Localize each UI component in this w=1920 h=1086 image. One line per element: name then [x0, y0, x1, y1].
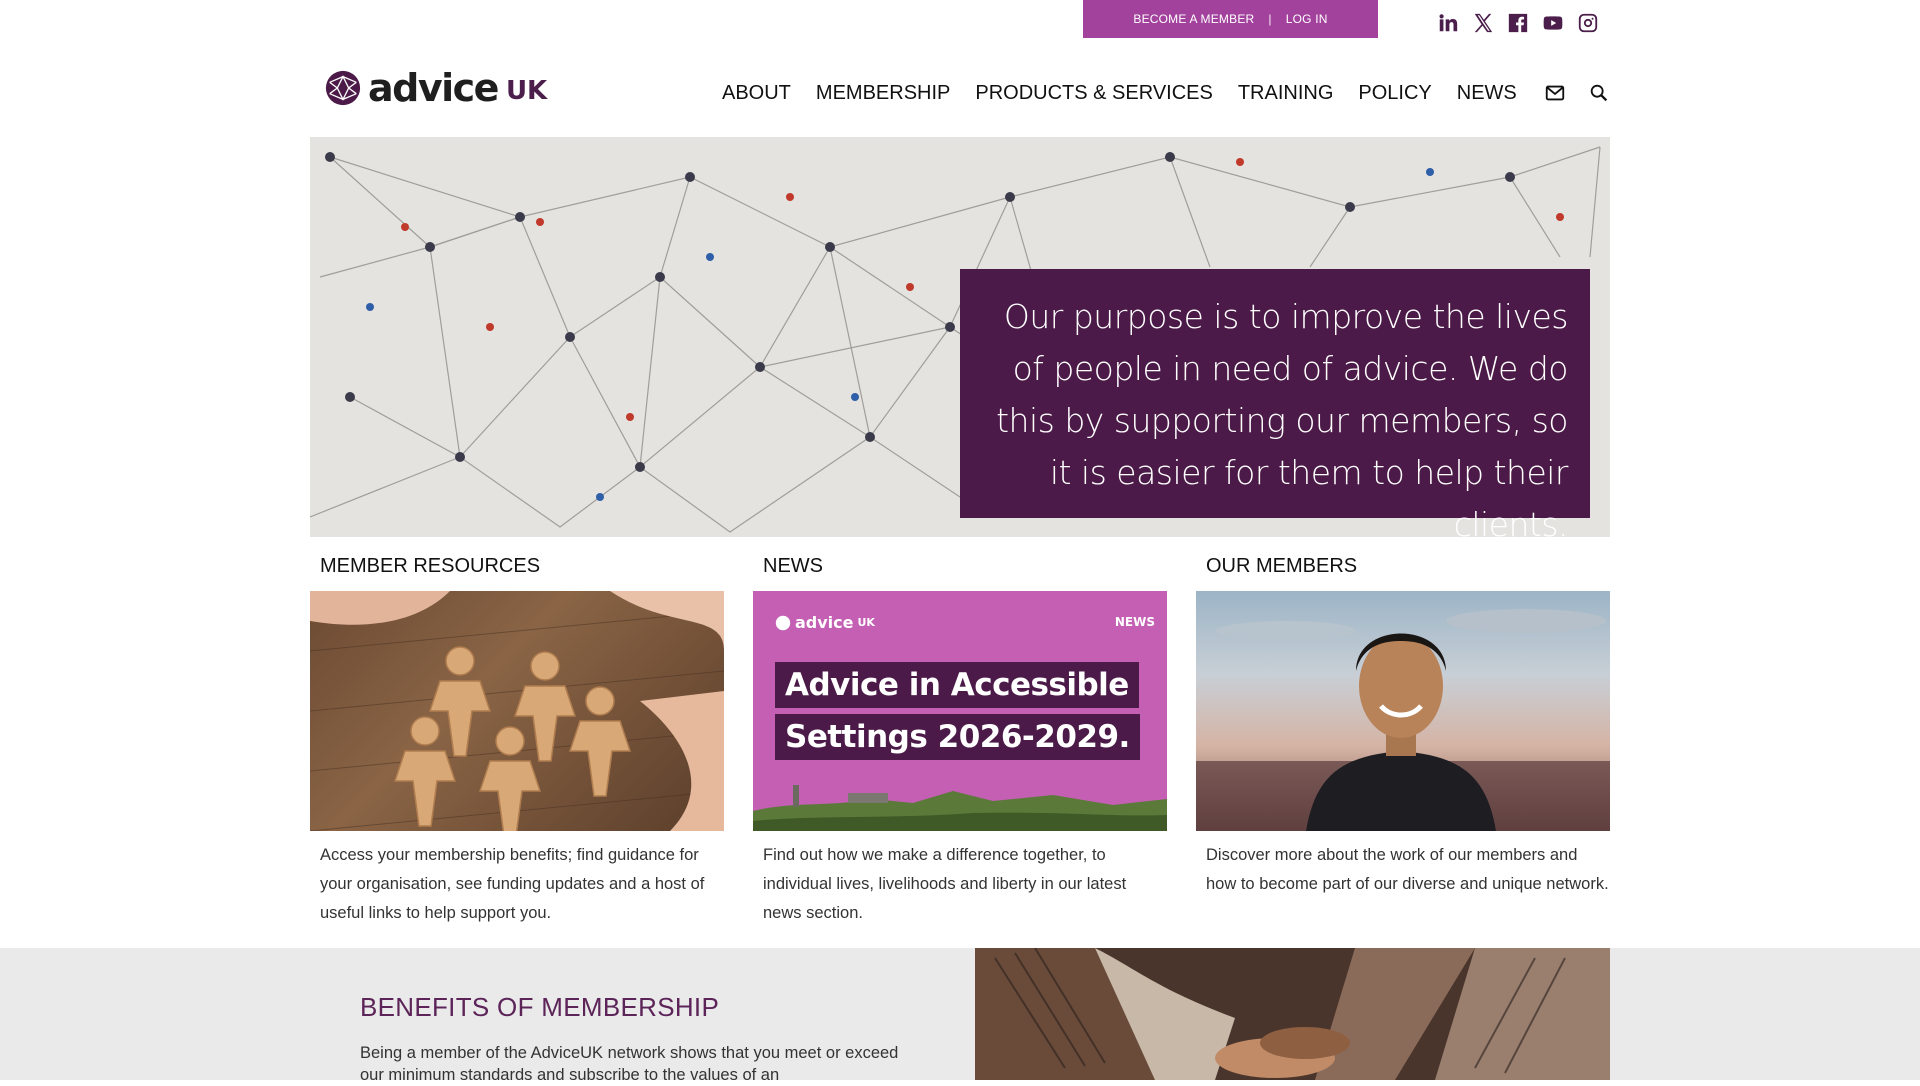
- facebook-icon[interactable]: [1506, 11, 1529, 34]
- news-image-brand: advice UK: [775, 613, 875, 632]
- card-news: NEWS advice UK NEWS Advice in Accessible …: [753, 555, 1167, 928]
- nav-about[interactable]: ABOUT: [722, 82, 791, 105]
- hero-purpose-box: Our purpose is to improve the lives of p…: [960, 269, 1590, 537]
- nav-products-services[interactable]: PRODUCTS & SERVICES: [975, 82, 1212, 105]
- card-title[interactable]: OUR MEMBERS: [1206, 555, 1610, 579]
- card-title[interactable]: NEWS: [763, 555, 1167, 579]
- card-description: Discover more about the work of our memb…: [1206, 846, 1609, 893]
- news-headline-line-2: Settings 2026-2029.: [775, 714, 1140, 760]
- hero-purpose-text: Our purpose is to improve the lives of p…: [996, 297, 1568, 537]
- news-image-tag: NEWS: [1114, 615, 1155, 629]
- logo-wordmark: advice: [368, 66, 499, 110]
- logo-suffix: UK: [505, 76, 548, 106]
- news-feature-image[interactable]: advice UK NEWS Advice in Accessible Setti…: [753, 591, 1167, 831]
- linkedin-icon[interactable]: [1436, 11, 1459, 34]
- search-icon[interactable]: [1586, 80, 1612, 106]
- site-logo[interactable]: advice UK: [324, 66, 547, 110]
- benefits-text: Being a member of the AdviceUK network s…: [360, 1044, 899, 1084]
- globe-logo-icon: [775, 615, 791, 630]
- x-twitter-icon[interactable]: [1471, 11, 1494, 34]
- card-description: Find out how we make a difference togeth…: [763, 846, 1127, 922]
- youtube-icon[interactable]: [1541, 11, 1564, 34]
- topbar-separator: |: [1268, 12, 1272, 26]
- nav-news[interactable]: NEWS: [1457, 82, 1517, 105]
- nav-membership[interactable]: MEMBERSHIP: [816, 82, 950, 105]
- news-headline-line-1: Advice in Accessible: [775, 662, 1139, 708]
- nav-policy[interactable]: POLICY: [1358, 82, 1431, 105]
- main-navigation: ABOUT MEMBERSHIP PRODUCTS & SERVICES TRA…: [722, 80, 1630, 106]
- card-title[interactable]: MEMBER RESOURCES: [320, 555, 724, 579]
- nav-training[interactable]: TRAINING: [1238, 82, 1334, 105]
- login-link[interactable]: LOG IN: [1286, 12, 1328, 26]
- social-links: [1436, 11, 1599, 34]
- benefits-heading: BENEFITS OF MEMBERSHIP: [360, 992, 720, 1022]
- mail-icon[interactable]: [1542, 80, 1568, 106]
- card-description: Access your membership benefits; find gu…: [320, 846, 705, 922]
- hands-together-image: [975, 948, 1610, 1080]
- our-members-image[interactable]: [1196, 591, 1610, 831]
- instagram-icon[interactable]: [1576, 11, 1599, 34]
- card-member-resources: MEMBER RESOURCES Access your membership …: [310, 555, 724, 928]
- globe-logo-icon: [325, 70, 361, 106]
- become-member-link[interactable]: BECOME A MEMBER: [1133, 12, 1254, 26]
- city-skyline-graphic: [753, 785, 1167, 831]
- top-utility-bar: BECOME A MEMBER | LOG IN: [1083, 0, 1378, 38]
- benefits-section: BENEFITS OF MEMBERSHIP Being a member of…: [0, 948, 1920, 1084]
- card-our-members: OUR MEMBERS Discover more about the work…: [1196, 555, 1610, 899]
- member-resources-image[interactable]: [310, 591, 724, 831]
- hero-banner: Our purpose is to improve the lives of p…: [310, 137, 1610, 537]
